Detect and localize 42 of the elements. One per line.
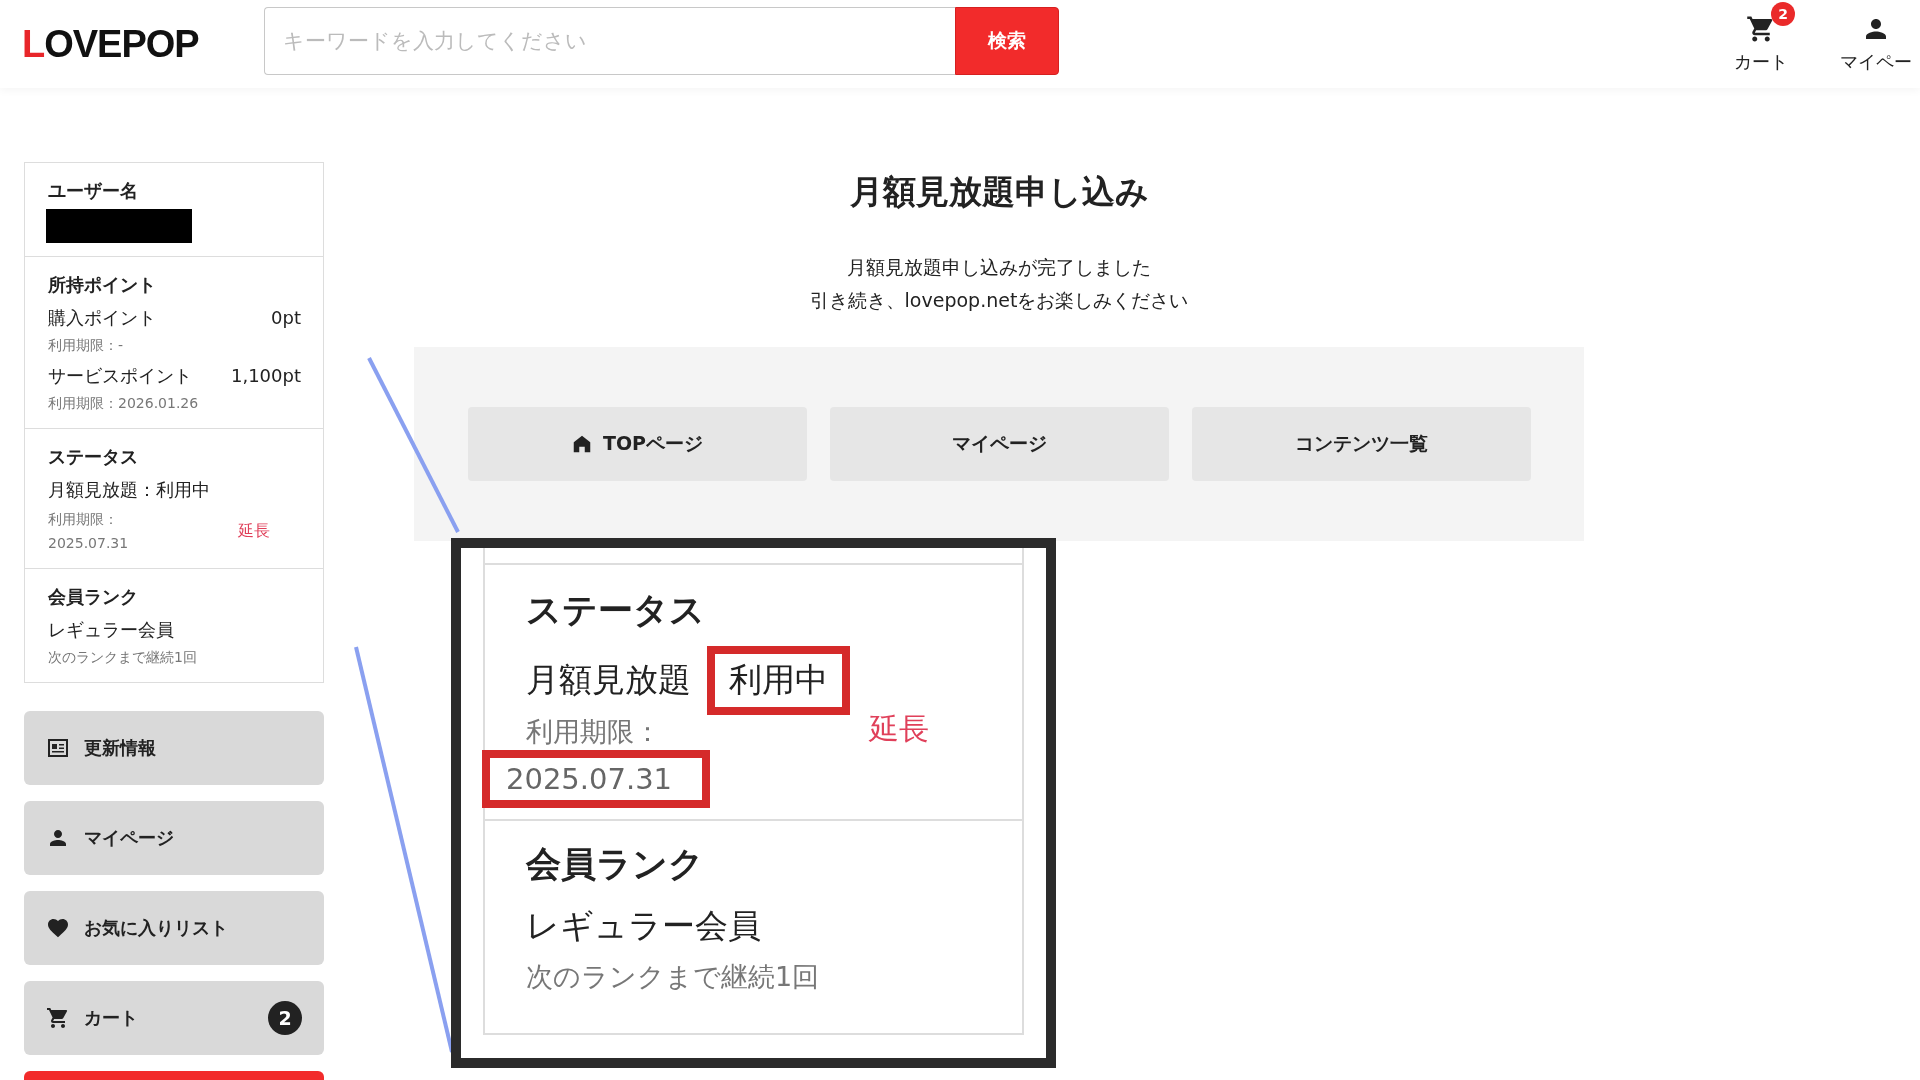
expiry-date: 2025.07.31 xyxy=(482,750,711,808)
menu-button[interactable]: 更新情報 xyxy=(24,711,324,785)
menu-button[interactable]: お気に入りリスト xyxy=(24,891,324,965)
page-title: 月額見放題申し込み xyxy=(849,171,1149,213)
nav-label[interactable]: カート xyxy=(1734,50,1788,74)
search-button[interactable]: 検索 xyxy=(955,6,1059,75)
section-title: ステータス xyxy=(48,445,139,469)
points-label: サービスポイント xyxy=(48,364,192,388)
section-title: ユーザー名 xyxy=(48,179,139,203)
plan-text: 月額見放題 xyxy=(526,659,691,701)
status-text: 月額見放題：利用中 xyxy=(48,478,211,502)
section-title: 会員ランク xyxy=(526,843,705,886)
message-text: 月額見放題申し込みが完了しました xyxy=(846,255,1152,280)
expiry-label: 利用期限： xyxy=(48,510,119,529)
rank-note: 次のランクまで継続1回 xyxy=(526,960,821,994)
expiry-date: 2025.07.31 xyxy=(48,534,130,553)
menu-button[interactable]: マイページ xyxy=(24,801,324,875)
points-value: 0pt xyxy=(271,306,301,330)
points-value: 1,100pt xyxy=(231,364,301,388)
section-title: ステータス xyxy=(526,589,706,632)
section-title: 会員ランク xyxy=(48,585,139,609)
extend-link[interactable]: 延長 xyxy=(869,709,929,750)
search-field[interactable]: キーワードを入力してください xyxy=(264,6,955,75)
nav-label[interactable]: マイペー xyxy=(1840,50,1912,74)
points-label: 購入ポイント xyxy=(48,306,156,330)
message-text: 引き続き、lovepop.netをお楽しみください xyxy=(809,288,1189,313)
cart-count-badge: 2 xyxy=(268,1001,302,1035)
nav-button[interactable]: マイページ xyxy=(829,407,1169,481)
section-title: 所持ポイント xyxy=(48,273,157,297)
cart-count-badge: 2 xyxy=(1771,2,1795,26)
expiry-text: 利用期限：- xyxy=(48,336,125,355)
nav-button[interactable]: コンテンツ一覧 xyxy=(1191,407,1531,481)
rank-text: レギュラー会員 xyxy=(526,905,762,947)
expiry-text: 利用期限：2026.01.26 xyxy=(48,394,200,413)
status-value: 利用中 xyxy=(707,646,850,715)
rank-text: レギュラー会員 xyxy=(48,618,175,642)
logo[interactable]: LOVEPOP xyxy=(22,22,218,66)
menu-button[interactable]: カート 2 xyxy=(24,981,324,1055)
expiry-label: 利用期限： xyxy=(526,715,662,749)
nav-button[interactable]: TOPページ xyxy=(467,407,807,481)
extend-link[interactable]: 延長 xyxy=(238,521,270,542)
rank-note: 次のランクまで継続1回 xyxy=(48,648,198,667)
